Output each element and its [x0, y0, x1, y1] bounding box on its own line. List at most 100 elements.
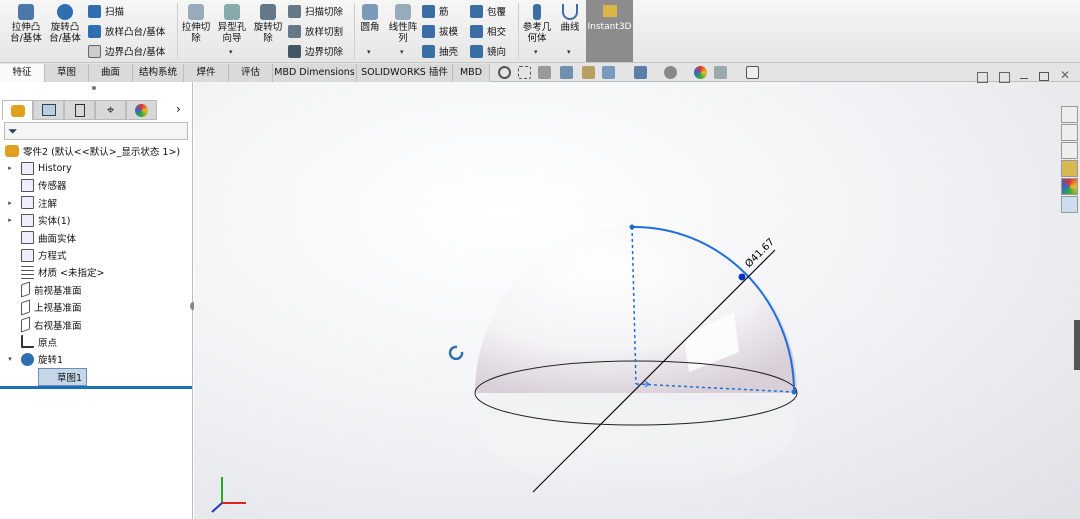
- tree-item-equations[interactable]: 方程式: [0, 246, 192, 263]
- curves-dropdown[interactable]: ▾: [567, 48, 571, 56]
- restore-icon[interactable]: [1039, 72, 1049, 81]
- filter-input[interactable]: ⏷: [4, 122, 188, 140]
- tab-evaluate[interactable]: 评估: [229, 64, 273, 82]
- mirror-button[interactable]: 镜向: [470, 44, 506, 58]
- rotate-icon[interactable]: [448, 345, 464, 361]
- expand-icon[interactable]: ▸: [5, 199, 15, 207]
- tab-structure-system[interactable]: 结构系统: [133, 64, 184, 82]
- plane-icon: [21, 316, 30, 333]
- expand-icon[interactable]: ▸: [5, 216, 15, 224]
- plane-icon: [21, 299, 30, 316]
- collapse-icon[interactable]: ▾: [5, 355, 15, 363]
- part-icon: [5, 144, 19, 157]
- tree-item-sketch1[interactable]: 草图1: [0, 367, 192, 386]
- label: 抽壳: [439, 47, 459, 58]
- tab-configuration-manager[interactable]: [64, 100, 95, 120]
- fillet-icon: [362, 4, 378, 20]
- expand-icon[interactable]: ▸: [5, 164, 15, 172]
- sweep-button[interactable]: 扫描: [88, 4, 124, 18]
- list-icon: [41, 104, 56, 116]
- tab-display-manager[interactable]: [126, 100, 157, 120]
- intersect-icon: [470, 24, 483, 38]
- curves-icon: [562, 4, 578, 20]
- dimension-point[interactable]: [738, 273, 746, 281]
- extrude-cut-button[interactable]: 拉伸切除: [179, 4, 213, 44]
- tab-weldments[interactable]: 焊件: [184, 64, 229, 82]
- chevron-right-icon[interactable]: ›: [176, 102, 181, 116]
- close-icon[interactable]: ✕: [1060, 68, 1070, 82]
- tab-surfaces[interactable]: 曲面: [89, 64, 133, 82]
- divider: [518, 3, 519, 59]
- tree-root[interactable]: 零件2 (默认<<默认>_显示状态 1>): [0, 142, 192, 159]
- shell-icon: [422, 44, 435, 58]
- revolve-cut-button[interactable]: 旋转切除: [251, 4, 285, 44]
- ref-geometry-dropdown[interactable]: ▾: [534, 48, 538, 56]
- tab-mbd-dimensions[interactable]: MBD Dimensions: [273, 64, 357, 82]
- fillet-button[interactable]: 圆角: [357, 4, 383, 33]
- reference-geometry-button[interactable]: 参考几何体: [521, 4, 553, 44]
- tree-item-revolve1[interactable]: ▾ 旋转1: [0, 351, 192, 368]
- tab-feature-manager[interactable]: [2, 100, 33, 120]
- label: History: [38, 162, 72, 174]
- sweep-cut-button[interactable]: 扫描切除: [288, 4, 343, 18]
- extrude-boss-button[interactable]: 拉伸凸台/基体: [6, 4, 46, 44]
- loft-cut-button[interactable]: 放样切割: [288, 24, 343, 38]
- tree-item-right-plane[interactable]: 右视基准面: [0, 316, 192, 333]
- label: 异型孔向导: [217, 22, 247, 44]
- tree-item-sensors[interactable]: 传感器: [0, 177, 192, 194]
- boundary-cut-button[interactable]: 边界切除: [288, 44, 343, 58]
- graphics-area[interactable]: ✕ Ø41.67: [194, 68, 1080, 519]
- label: 草图1: [38, 367, 88, 386]
- tab-features[interactable]: 特征: [0, 64, 45, 82]
- panel-grip[interactable]: [92, 86, 96, 90]
- hole-wizard-dropdown[interactable]: ▾: [229, 48, 233, 56]
- sketch-point[interactable]: [629, 224, 635, 230]
- tree-item-front-plane[interactable]: 前视基准面: [0, 281, 192, 298]
- view-settings-icon[interactable]: [746, 66, 759, 79]
- tree-item-solid-bodies[interactable]: ▸ 实体(1): [0, 212, 192, 229]
- draft-button[interactable]: 拔模: [422, 24, 458, 38]
- tree-item-surface-bodies[interactable]: 曲面实体: [0, 229, 192, 246]
- tree-item-history[interactable]: ▸ History: [0, 159, 192, 176]
- section-view-icon[interactable]: [560, 66, 573, 79]
- tab-dimxpert[interactable]: ⌖: [95, 100, 126, 120]
- loft-boss-button[interactable]: 放样凸台/基体: [88, 24, 165, 38]
- minimize-icon[interactable]: [1020, 78, 1028, 79]
- label: 线性阵列: [388, 22, 418, 44]
- pattern-dropdown[interactable]: ▾: [400, 48, 404, 56]
- tab-sketch[interactable]: 草图: [45, 64, 89, 82]
- hide-show-icon[interactable]: [664, 66, 677, 79]
- tab-solidworks-addins[interactable]: SOLIDWORKS 插件: [357, 64, 453, 82]
- revolve-boss-button[interactable]: 旋转凸台/基体: [46, 4, 84, 44]
- tree-item-origin[interactable]: 原点: [0, 333, 192, 350]
- view-orientation-icon[interactable]: [602, 66, 615, 79]
- dynamic-annotation-icon[interactable]: [582, 66, 595, 79]
- rib-button[interactable]: 筋: [422, 4, 449, 18]
- tab-mbd[interactable]: MBD: [453, 64, 490, 82]
- hole-wizard-button[interactable]: 异型孔向导: [214, 4, 250, 44]
- wrap-button[interactable]: 包覆: [470, 4, 506, 18]
- reference-geometry-icon: [533, 4, 541, 20]
- intersect-button[interactable]: 相交: [470, 24, 506, 38]
- tree-item-top-plane[interactable]: 上视基准面: [0, 299, 192, 316]
- instant3d-button[interactable]: Instant3D: [586, 0, 633, 62]
- appearance-icon[interactable]: [694, 66, 707, 79]
- zoom-area-icon[interactable]: [518, 66, 531, 79]
- previous-view-icon[interactable]: [538, 66, 551, 79]
- display-style-icon[interactable]: [634, 66, 647, 79]
- triad-axis-icon: [211, 477, 246, 513]
- boundary-boss-button[interactable]: 边界凸台/基体: [88, 44, 165, 58]
- tree-item-material[interactable]: 材质 <未指定>: [0, 264, 192, 281]
- curves-button[interactable]: 曲线: [556, 4, 584, 33]
- fillet-dropdown[interactable]: ▾: [367, 48, 371, 56]
- tree-item-annotations[interactable]: ▸ 注解: [0, 194, 192, 211]
- linear-pattern-button[interactable]: 线性阵列: [386, 4, 420, 44]
- sketch-point[interactable]: [791, 389, 797, 395]
- rollback-bar[interactable]: [0, 386, 192, 389]
- material-icon: [21, 265, 34, 279]
- shell-button[interactable]: 抽壳: [422, 44, 458, 58]
- tab-property-manager[interactable]: [33, 100, 64, 120]
- zoom-to-fit-icon[interactable]: [498, 66, 511, 79]
- scene-icon[interactable]: [714, 66, 727, 79]
- hole-wizard-icon: [224, 4, 240, 20]
